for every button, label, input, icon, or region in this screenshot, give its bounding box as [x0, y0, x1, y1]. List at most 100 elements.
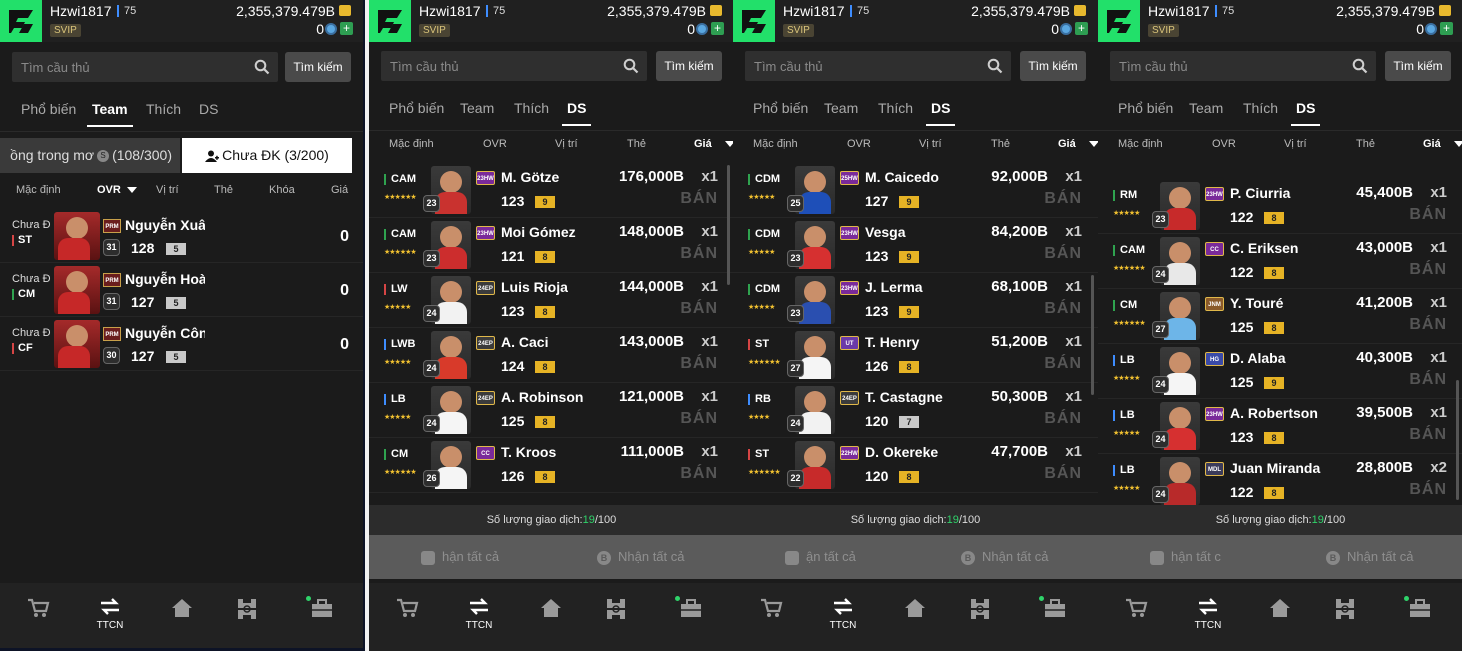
listing-row[interactable]: LWB ★★★★★ 24 24EP A. Caci 124 8 143,000B x1 BÁN: [369, 328, 734, 383]
tab-popular[interactable]: Phổ biến: [389, 100, 444, 116]
sell-button[interactable]: BÁN: [1409, 426, 1447, 444]
col-position[interactable]: Vị trí: [919, 138, 942, 150]
list-scrollbar[interactable]: [1091, 275, 1094, 395]
home-nav[interactable]: [529, 597, 573, 619]
squad-nav[interactable]: [225, 597, 269, 621]
home-nav[interactable]: [893, 597, 937, 619]
home-nav[interactable]: [1258, 597, 1302, 619]
tab-favorites[interactable]: Thích: [878, 100, 913, 116]
sell-button[interactable]: BÁN: [1044, 245, 1082, 263]
tab-popular[interactable]: Phổ biến: [1118, 100, 1173, 116]
list-scrollbar[interactable]: [727, 165, 730, 285]
segment-dream-team[interactable]: ồng trong mơ S (108/300): [0, 138, 180, 173]
col-card[interactable]: Thẻ: [627, 138, 646, 150]
tab-favorites[interactable]: Thích: [514, 100, 549, 116]
col-price[interactable]: Giá: [1423, 138, 1441, 150]
search-icon[interactable]: [1352, 58, 1368, 79]
sell-button[interactable]: BÁN: [1409, 481, 1447, 499]
add-gems-button[interactable]: +: [711, 22, 724, 35]
search-button[interactable]: Tìm kiếm: [1385, 51, 1451, 81]
col-default[interactable]: Mặc định: [1118, 138, 1163, 150]
sell-button[interactable]: BÁN: [1044, 355, 1082, 373]
col-ovr[interactable]: OVR: [847, 138, 871, 150]
listing-row[interactable]: CDM ★★★★★ 25 25HW M. Caicedo 127 9 92,000B x1 BÁN: [733, 163, 1098, 218]
col-position[interactable]: Vị trí: [1284, 138, 1307, 150]
search-icon[interactable]: [623, 58, 639, 79]
col-price[interactable]: Giá: [1058, 138, 1076, 150]
search-button[interactable]: Tìm kiếm: [285, 52, 351, 82]
tab-list[interactable]: DS: [561, 100, 593, 126]
squad-nav[interactable]: [958, 597, 1002, 621]
segment-unregistered[interactable]: Chưa ĐK (3/200): [182, 138, 352, 173]
sell-button[interactable]: BÁN: [680, 245, 718, 263]
sell-button[interactable]: BÁN: [680, 190, 718, 208]
tab-team[interactable]: Team: [460, 100, 494, 116]
transfer-nav[interactable]: TTCN: [821, 597, 865, 631]
listing-row[interactable]: CAM ★★★★★★ 24 CC C. Eriksen 122 8 43,000B x1 BÁN: [1098, 234, 1462, 289]
col-ovr[interactable]: OVR: [1212, 138, 1236, 150]
sell-button[interactable]: BÁN: [1409, 371, 1447, 389]
search-input[interactable]: [381, 51, 611, 81]
search-icon[interactable]: [254, 59, 270, 80]
col-price[interactable]: Giá: [331, 184, 348, 196]
listing-row[interactable]: LB ★★★★★ 24 HG D. Alaba 125 9 40,300B x1 BÁN: [1098, 344, 1462, 399]
sell-button[interactable]: BÁN: [1044, 300, 1082, 318]
tab-team[interactable]: Team: [824, 100, 858, 116]
sell-button[interactable]: BÁN: [680, 465, 718, 483]
listing-row[interactable]: CM ★★★★★★ 27 JNM Y. Touré 125 8 41,200B x1 BÁN: [1098, 289, 1462, 344]
sell-button[interactable]: BÁN: [1044, 465, 1082, 483]
team-player-row[interactable]: Chưa Đ CM PRM 31 Nguyễn Hoàn 127 5 0: [0, 263, 363, 317]
search-input[interactable]: [12, 52, 242, 82]
search-input[interactable]: [1110, 51, 1340, 81]
listing-row[interactable]: ST ★★★★★★ 27 UT T. Henry 126 8 51,200B x1 BÁN: [733, 328, 1098, 383]
receive-all-players-button[interactable]: hận tất c: [1150, 535, 1221, 579]
tab-popular[interactable]: Phổ biến: [21, 101, 76, 117]
col-ovr[interactable]: OVR: [97, 184, 121, 196]
squad-nav[interactable]: [594, 597, 638, 621]
tab-favorites[interactable]: Thích: [146, 101, 181, 117]
col-position[interactable]: Vị trí: [555, 138, 578, 150]
col-default[interactable]: Mặc định: [16, 184, 61, 196]
listing-row[interactable]: LB ★★★★★ 24 24EP A. Robinson 125 8 121,000B x1 BÁ…: [369, 383, 734, 438]
receive-all-coins-button[interactable]: B Nhận tất cả: [961, 535, 1049, 579]
fc-logo-icon[interactable]: [0, 0, 42, 42]
add-gems-button[interactable]: +: [340, 22, 353, 35]
tab-popular[interactable]: Phổ biến: [753, 100, 808, 116]
col-position[interactable]: Vị trí: [156, 184, 179, 196]
listing-row[interactable]: CDM ★★★★★ 23 23HW Vesga 123 9 84,200B x1 BÁN: [733, 218, 1098, 273]
cart-nav[interactable]: [749, 597, 793, 619]
col-card[interactable]: Thẻ: [214, 184, 233, 196]
listing-row[interactable]: CAM ★★★★★★ 23 23HW Moi Gómez 121 8 148,000B x1 BÁ…: [369, 218, 734, 273]
sell-button[interactable]: BÁN: [1409, 261, 1447, 279]
sell-button[interactable]: BÁN: [1409, 316, 1447, 334]
col-card[interactable]: Thẻ: [991, 138, 1010, 150]
squad-nav[interactable]: [1323, 597, 1367, 621]
receive-all-coins-button[interactable]: B Nhận tất cả: [597, 535, 685, 579]
transfer-nav[interactable]: TTCN: [1186, 597, 1230, 631]
tab-list[interactable]: DS: [925, 100, 957, 126]
cart-nav[interactable]: [16, 597, 60, 619]
tab-team[interactable]: Team: [1189, 100, 1223, 116]
transfer-nav[interactable]: TTCN: [457, 597, 501, 631]
transfer-nav[interactable]: TTCN: [88, 597, 132, 631]
add-gems-button[interactable]: +: [1440, 22, 1453, 35]
fc-logo-icon[interactable]: [733, 0, 775, 42]
search-button[interactable]: Tìm kiếm: [656, 51, 722, 81]
listing-row[interactable]: LB ★★★★★ 24 23HW A. Robertson 123 8 39,500B x1 BÁ…: [1098, 399, 1462, 454]
listing-row[interactable]: ST ★★★★★★ 22 22HW D. Okereke 120 8 47,700B x1 BÁN: [733, 438, 1098, 493]
sell-button[interactable]: BÁN: [1044, 190, 1082, 208]
tab-favorites[interactable]: Thích: [1243, 100, 1278, 116]
fc-logo-icon[interactable]: [369, 0, 411, 42]
sell-button[interactable]: BÁN: [680, 300, 718, 318]
search-button[interactable]: Tìm kiếm: [1020, 51, 1086, 81]
listing-row[interactable]: RB ★★★★ 24 24EP T. Castagne 120 7 50,300B x1 BÁN: [733, 383, 1098, 438]
col-ovr[interactable]: OVR: [483, 138, 507, 150]
receive-all-players-button[interactable]: ận tất cả: [785, 535, 856, 579]
receive-all-coins-button[interactable]: B Nhận tất cả: [1326, 535, 1414, 579]
listing-row[interactable]: CM ★★★★★★ 26 CC T. Kroos 126 8 111,000B x1 BÁN: [369, 438, 734, 493]
home-nav[interactable]: [160, 597, 204, 619]
search-icon[interactable]: [987, 58, 1003, 79]
sell-button[interactable]: BÁN: [680, 355, 718, 373]
tab-team[interactable]: Team: [87, 101, 133, 127]
listing-row[interactable]: CAM ★★★★★★ 23 23HW M. Götze 123 9 176,000B x1 BÁN: [369, 163, 734, 218]
